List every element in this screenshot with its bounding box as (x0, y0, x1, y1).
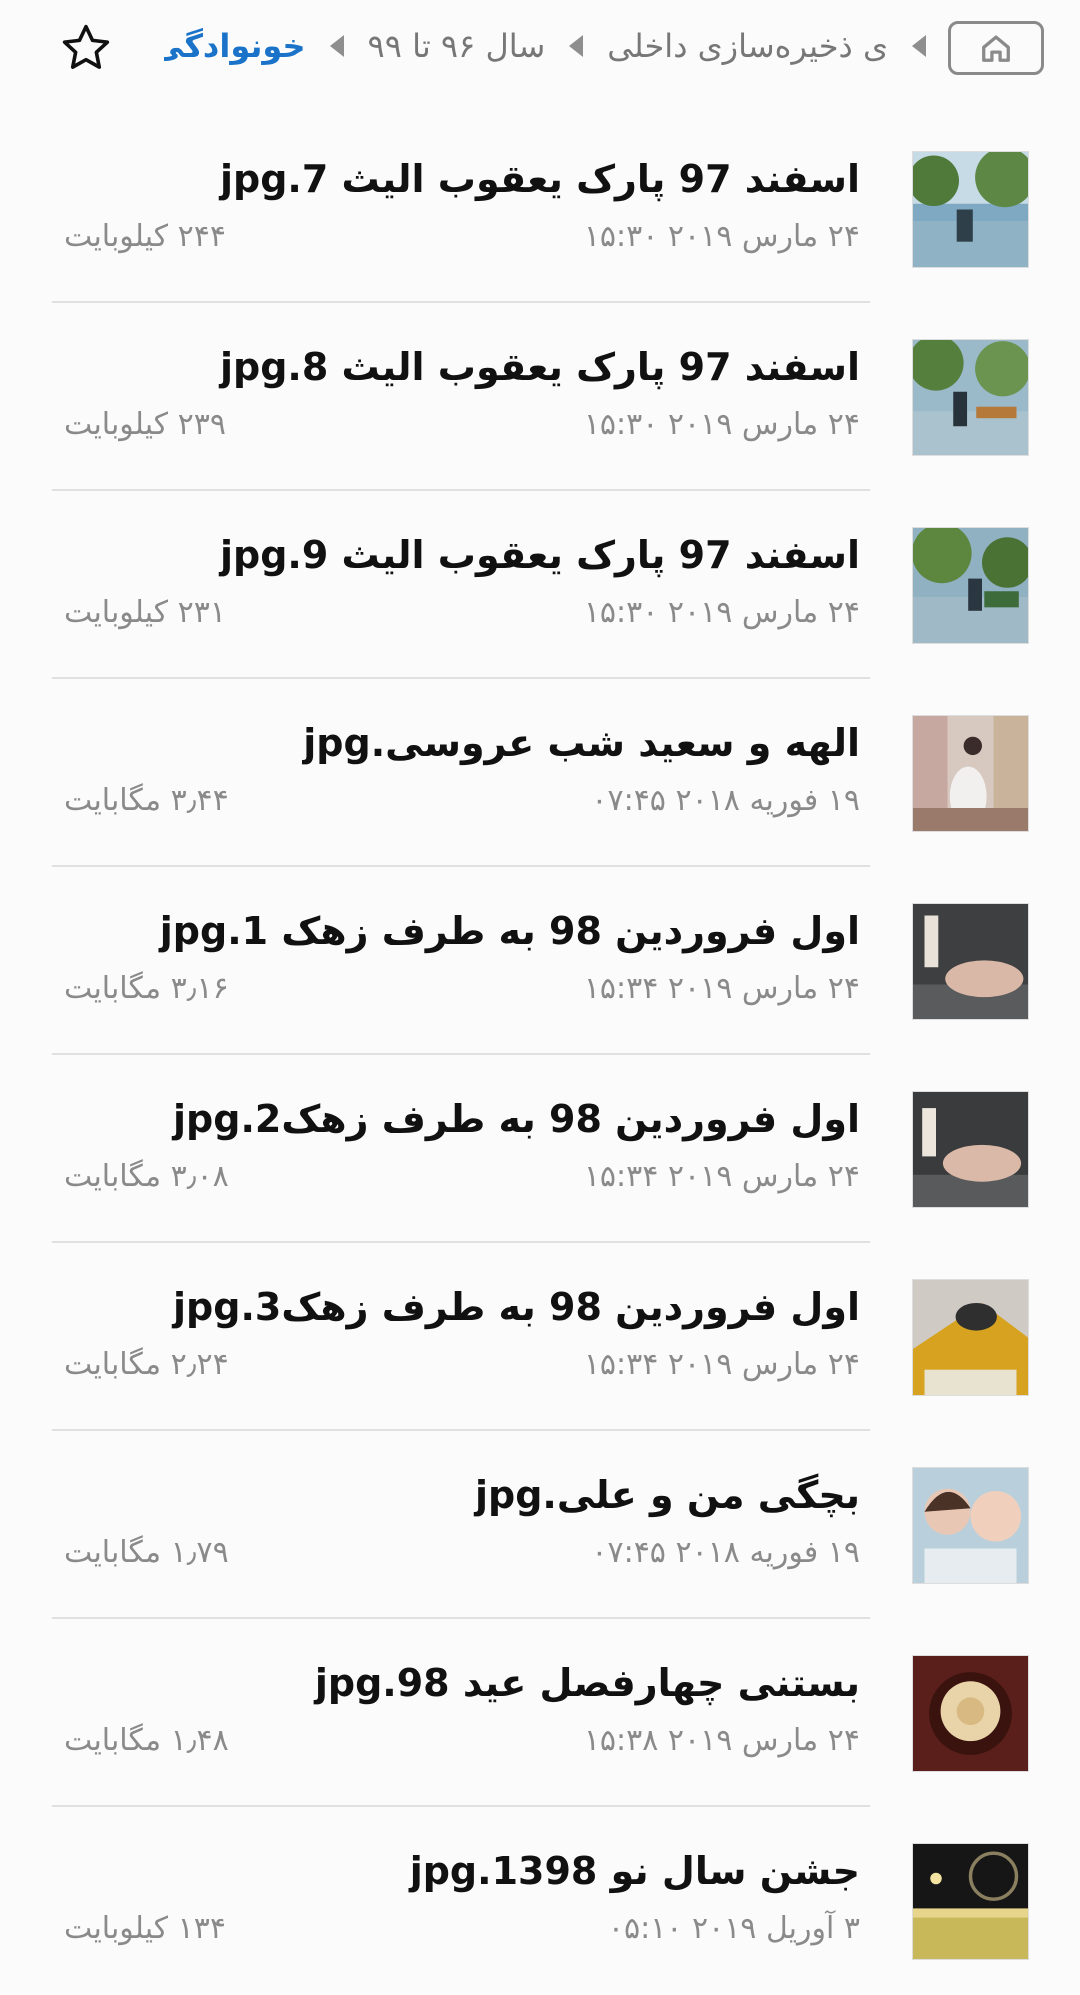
list-item[interactable]: الهه و سعید شب عروسی.jpg ۱۹ فوریه ۲۰۱۸ ۰… (0, 679, 1080, 867)
list-item[interactable]: بستنی چهارفصل عید 98.jpg ۲۴ مارس ۲۰۱۹ ۱۵… (0, 1619, 1080, 1807)
file-date: ۲۴ مارس ۲۰۱۹ ۱۵:۳۴ (583, 1347, 860, 1382)
file-name: اول فروردین 98 به طرف زهک2.jpg (173, 1097, 860, 1141)
image-thumbnail (912, 715, 1029, 832)
breadcrumb-internal-storage[interactable]: ی ذخیره‌سازی داخلی (601, 27, 894, 65)
file-size: ۱٫۴۸ مگابایت (64, 1723, 229, 1758)
file-date: ۳ آوریل ۲۰۱۹ ۰۵:۱۰ (607, 1911, 860, 1946)
file-size: ۳٫۱۶ مگابایت (64, 971, 229, 1006)
file-date: ۲۴ مارس ۲۰۱۹ ۱۵:۳۴ (583, 971, 860, 1006)
file-name: بچگی من و علی.jpg (474, 1473, 860, 1517)
file-size: ۲۳۱ کیلوبایت (64, 595, 226, 630)
file-date: ۲۴ مارس ۲۰۱۹ ۱۵:۳۸ (583, 1723, 860, 1758)
breadcrumb: ی ذخیره‌سازی داخلی سال ۹۶ تا ۹۹ خونوادگی (164, 20, 944, 72)
file-size: ۲۴۴ کیلوبایت (64, 219, 226, 254)
file-size: ۲٫۲۴ مگابایت (64, 1347, 229, 1382)
favorite-star-icon[interactable] (56, 18, 116, 78)
list-item[interactable]: اول فروردین 98 به طرف زهک3.jpg ۲۴ مارس ۲… (0, 1243, 1080, 1431)
file-name: اسفند 97 پارک یعقوب الیث 8.jpg (219, 345, 860, 389)
image-thumbnail (912, 1467, 1029, 1584)
file-date: ۲۴ مارس ۲۰۱۹ ۱۵:۳۰ (583, 407, 860, 442)
list-item[interactable]: اسفند 97 پارک یعقوب الیث 8.jpg ۲۴ مارس ۲… (0, 303, 1080, 491)
list-item[interactable]: اول فروردین 98 به طرف زهک 1.jpg ۲۴ مارس … (0, 867, 1080, 1055)
top-bar: ی ذخیره‌سازی داخلی سال ۹۶ تا ۹۹ خونوادگی (0, 0, 1080, 100)
file-name: اسفند 97 پارک یعقوب الیث 7.jpg (219, 157, 860, 201)
image-thumbnail (912, 527, 1029, 644)
file-date: ۱۹ فوریه ۲۰۱۸ ۰۷:۴۵ (591, 783, 860, 818)
file-name: اول فروردین 98 به طرف زهک 1.jpg (159, 909, 860, 953)
file-size: ۳٫۴۴ مگابایت (64, 783, 229, 818)
file-size: ۱۳۴ کیلوبایت (64, 1911, 226, 1946)
image-thumbnail (912, 1843, 1029, 1960)
home-button[interactable] (944, 18, 1048, 78)
breadcrumb-current-folder[interactable]: خونوادگی (164, 27, 312, 65)
list-item[interactable]: بچگی من و علی.jpg ۱۹ فوریه ۲۰۱۸ ۰۷:۴۵ ۱٫… (0, 1431, 1080, 1619)
image-thumbnail (912, 339, 1029, 456)
chevron-left-icon (912, 35, 926, 57)
list-item[interactable]: اسفند 97 پارک یعقوب الیث 9.jpg ۲۴ مارس ۲… (0, 491, 1080, 679)
home-icon (948, 21, 1044, 75)
file-date: ۲۴ مارس ۲۰۱۹ ۱۵:۳۰ (583, 595, 860, 630)
image-thumbnail (912, 1091, 1029, 1208)
file-size: ۱٫۷۹ مگابایت (64, 1535, 229, 1570)
image-thumbnail (912, 151, 1029, 268)
file-name: الهه و سعید شب عروسی.jpg (303, 721, 860, 765)
file-size: ۲۳۹ کیلوبایت (64, 407, 226, 442)
chevron-left-icon (329, 35, 344, 57)
file-list: اسفند 97 پارک یعقوب الیث 7.jpg ۲۴ مارس ۲… (0, 115, 1080, 1995)
file-name: اول فروردین 98 به طرف زهک3.jpg (173, 1285, 860, 1329)
file-name: اسفند 97 پارک یعقوب الیث 9.jpg (219, 533, 860, 577)
file-size: ۳٫۰۸ مگابایت (64, 1159, 229, 1194)
list-item[interactable]: اسفند 97 پارک یعقوب الیث 7.jpg ۲۴ مارس ۲… (0, 115, 1080, 303)
image-thumbnail (912, 1655, 1029, 1772)
file-name: بستنی چهارفصل عید 98.jpg (314, 1661, 860, 1705)
list-item[interactable]: اول فروردین 98 به طرف زهک2.jpg ۲۴ مارس ۲… (0, 1055, 1080, 1243)
breadcrumb-years-folder[interactable]: سال ۹۶ تا ۹۹ (362, 27, 552, 65)
file-date: ۲۴ مارس ۲۰۱۹ ۱۵:۳۰ (583, 219, 860, 254)
file-name: جشن سال نو 1398.jpg (409, 1849, 860, 1893)
image-thumbnail (912, 1279, 1029, 1396)
file-date: ۲۴ مارس ۲۰۱۹ ۱۵:۳۴ (583, 1159, 860, 1194)
chevron-left-icon (569, 35, 584, 57)
list-item[interactable]: جشن سال نو 1398.jpg ۳ آوریل ۲۰۱۹ ۰۵:۱۰ ۱… (0, 1807, 1080, 1995)
file-date: ۱۹ فوریه ۲۰۱۸ ۰۷:۴۵ (591, 1535, 860, 1570)
image-thumbnail (912, 903, 1029, 1020)
